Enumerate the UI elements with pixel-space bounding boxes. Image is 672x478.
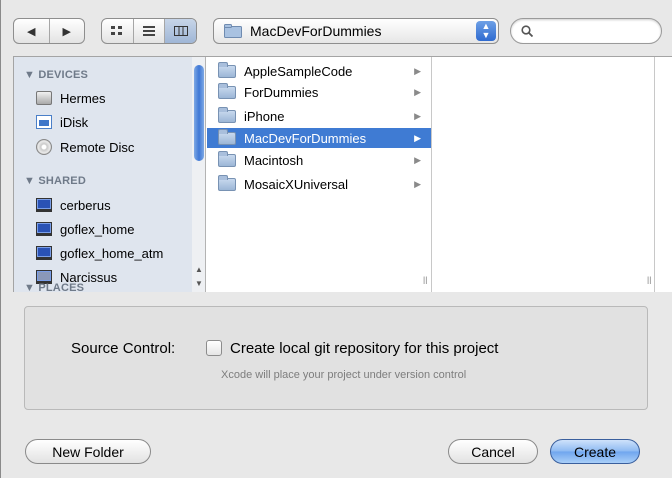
folder-row-label: MacDevForDummies — [244, 130, 367, 146]
disclosure-arrow-icon: ▶ — [414, 86, 421, 97]
idisk-icon — [36, 115, 52, 129]
disclosure-arrow-icon: ▶ — [414, 154, 421, 165]
folder-row-label: AppleSampleCode — [244, 63, 353, 79]
back-button[interactable]: ◀ — [14, 19, 50, 43]
file-browser: ▼ DEVICES Hermes iDisk Remote Disc ▼ SHA… — [13, 56, 672, 292]
view-mode-control — [101, 18, 197, 44]
sidebar-item-hermes[interactable]: Hermes — [36, 88, 106, 108]
list-view-button[interactable] — [134, 19, 166, 43]
git-repository-checkbox-label[interactable]: Create local git repository for this pro… — [230, 340, 498, 357]
path-popup-label: MacDevForDummies — [250, 23, 382, 39]
monitor-icon — [36, 222, 52, 236]
sidebar-item-goflex-home-atm[interactable]: goflex_home_atm — [36, 243, 163, 263]
sidebar-item-label: cerberus — [60, 197, 111, 213]
toolbar: ◀ ▶ MacDevForDummies ▲ ▼ — [13, 18, 663, 46]
folder-icon — [218, 61, 236, 78]
source-control-hint: Xcode will place your project under vers… — [221, 369, 467, 381]
grid-view-icon — [111, 26, 123, 35]
column-resize-handle[interactable]: ll — [423, 276, 427, 287]
folder-icon — [218, 82, 236, 99]
git-repository-checkbox[interactable] — [206, 340, 222, 356]
search-field[interactable] — [510, 18, 662, 44]
forward-button[interactable]: ▶ — [50, 19, 85, 43]
folder-icon — [218, 174, 236, 191]
sidebar-section-devices[interactable]: ▼ DEVICES — [24, 69, 88, 81]
browser-column-1: AppleSampleCode ▶ ForDummies ▶ iPhone ▶ … — [207, 57, 432, 292]
folder-row-mosaicxuniversal[interactable]: MosaicXUniversal ▶ — [207, 174, 431, 194]
column-view-button[interactable] — [165, 19, 196, 43]
folder-row-macdevfordummies[interactable]: MacDevForDummies ▶ — [207, 128, 431, 148]
back-icon: ◀ — [27, 25, 36, 38]
hard-drive-icon — [36, 91, 52, 105]
sidebar-item-cerberus[interactable]: cerberus — [36, 195, 111, 215]
folder-icon — [224, 24, 242, 38]
icon-view-button[interactable] — [102, 19, 134, 43]
disclosure-arrow-icon: ▶ — [414, 110, 421, 121]
folder-row-label: ForDummies — [244, 84, 319, 100]
sidebar-section-shared[interactable]: ▼ SHARED — [24, 175, 86, 187]
sidebar-item-remote-disc[interactable]: Remote Disc — [36, 137, 134, 157]
folder-row-fordummies[interactable]: ForDummies ▶ — [207, 82, 431, 102]
monitor-icon — [36, 246, 52, 260]
sidebar-scroll-thumb[interactable] — [194, 65, 204, 161]
search-icon — [521, 25, 533, 37]
folder-row-iphone[interactable]: iPhone ▶ — [207, 106, 431, 126]
sidebar-item-label: Hermes — [60, 90, 106, 106]
popup-stepper-icon: ▲ ▼ — [476, 21, 496, 41]
disclosure-arrow-icon: ▶ — [414, 65, 421, 76]
sidebar-item-label: goflex_home_atm — [60, 245, 164, 261]
folder-icon — [218, 150, 236, 167]
disclosure-arrow-icon: ▶ — [414, 132, 421, 143]
monitor-icon — [36, 198, 52, 212]
column-resize-handle[interactable]: ll — [647, 276, 651, 287]
disclosure-arrow-icon: ▶ — [414, 178, 421, 189]
sidebar-section-places[interactable]: ▼ PLACES — [24, 282, 84, 292]
scroll-arrows-icon[interactable]: ▲ ▼ — [192, 263, 205, 291]
folder-icon — [218, 128, 236, 145]
list-view-icon — [143, 26, 155, 36]
sidebar-item-goflex-home[interactable]: goflex_home — [36, 219, 134, 239]
sidebar-item-label: goflex_home — [60, 221, 135, 237]
cancel-button[interactable]: Cancel — [448, 439, 538, 464]
create-button[interactable]: Create — [550, 439, 640, 464]
new-folder-button[interactable]: New Folder — [25, 439, 151, 464]
folder-row-label: Macintosh — [244, 152, 304, 168]
save-dialog: ◀ ▶ MacDevForDummies ▲ ▼ ▼ DEVICES Herme… — [0, 0, 672, 478]
folder-icon — [218, 106, 236, 123]
browser-column-2: ll — [433, 57, 655, 292]
forward-icon: ▶ — [62, 25, 71, 38]
path-popup[interactable]: MacDevForDummies ▲ ▼ — [213, 18, 499, 44]
column-view-icon — [173, 26, 188, 36]
folder-row-label: iPhone — [244, 108, 285, 124]
sidebar-item-label: iDisk — [60, 114, 89, 130]
folder-row-macintosh[interactable]: Macintosh ▶ — [207, 150, 431, 170]
source-control-options: Source Control: Create local git reposit… — [24, 306, 648, 410]
sidebar: ▼ DEVICES Hermes iDisk Remote Disc ▼ SHA… — [14, 57, 206, 292]
folder-row-label: MosaicXUniversal — [244, 176, 349, 192]
sidebar-item-idisk[interactable]: iDisk — [36, 112, 88, 132]
sidebar-item-label: Remote Disc — [60, 139, 135, 155]
folder-row-applesamplecode[interactable]: AppleSampleCode ▶ — [207, 61, 431, 81]
disc-icon — [36, 139, 52, 155]
source-control-label: Source Control: — [71, 340, 176, 357]
back-forward-control: ◀ ▶ — [13, 18, 85, 44]
search-input[interactable] — [539, 24, 659, 38]
